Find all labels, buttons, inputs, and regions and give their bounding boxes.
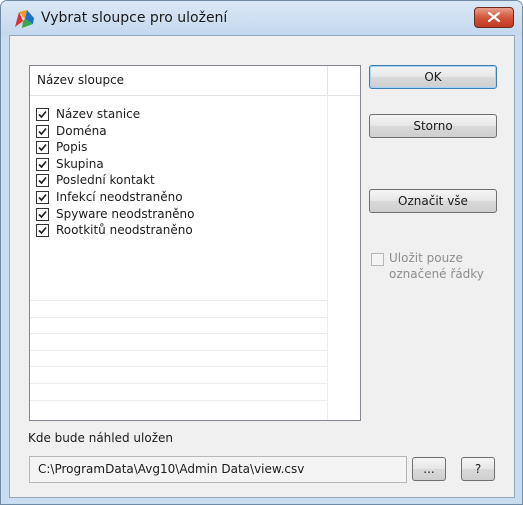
help-button[interactable]: ? — [461, 457, 495, 481]
grid-line — [30, 300, 327, 301]
save-checked-only-checkbox[interactable]: Uložit pouze označené řádky — [371, 251, 511, 291]
dialog-window: Vybrat sloupce pro uložení Název sloupce… — [0, 0, 523, 505]
checkbox[interactable] — [36, 174, 49, 188]
list-item-label: Popis — [56, 140, 88, 155]
window-title: Vybrat sloupce pro uložení — [41, 10, 228, 26]
list-item-label: Rootkitů neodstraněno — [56, 223, 193, 238]
grid-line — [30, 399, 327, 401]
checkbox-box[interactable] — [371, 253, 384, 266]
save-path-field[interactable]: C:\ProgramData\Avg10\Admin Data\view.csv — [29, 456, 407, 483]
checkmark-icon — [38, 144, 47, 152]
list-item-label: Infekcí neodstraněno — [56, 190, 183, 204]
column-list[interactable]: Název sloupce Název stanice Doména Popis Sk… — [29, 65, 361, 421]
column-header-label: Název sloupce — [37, 73, 125, 87]
checkbox[interactable] — [36, 124, 49, 138]
checkmark-icon — [38, 193, 47, 202]
grid-line — [30, 333, 327, 335]
checkmark-icon — [38, 227, 47, 235]
avg-logo-icon — [13, 9, 35, 29]
header-divider — [327, 66, 328, 95]
title-bar[interactable]: Vybrat sloupce pro uložení — [1, 1, 522, 35]
cancel-button[interactable]: Storno — [369, 114, 497, 138]
list-item-label: Skupina — [56, 156, 104, 171]
column-divider — [327, 95, 328, 420]
list-item-label: Doména — [56, 123, 107, 138]
close-button[interactable] — [474, 7, 514, 28]
checkbox[interactable] — [36, 108, 49, 121]
grid-line — [30, 366, 327, 368]
checkbox[interactable] — [36, 207, 49, 221]
close-icon — [488, 12, 500, 22]
checkbox[interactable] — [36, 141, 49, 155]
checkbox[interactable] — [36, 191, 49, 204]
save-checked-only-label-line1: Uložit pouze — [389, 251, 463, 265]
list-item-label: Poslední kontakt — [56, 173, 155, 188]
checkmark-icon — [38, 210, 47, 218]
list-item-label: Název stanice — [56, 107, 141, 121]
checkmark-icon — [38, 127, 47, 135]
save-path-label: Kde bude náhled uložen — [28, 431, 174, 445]
checkbox[interactable] — [36, 224, 49, 238]
browse-button[interactable]: ... — [412, 457, 446, 481]
checkbox[interactable] — [36, 157, 49, 171]
grid-line — [30, 316, 327, 318]
grid-line — [30, 349, 327, 351]
column-list-header: Název sloupce — [30, 66, 360, 96]
checkmark-icon — [38, 160, 47, 168]
checkmark-icon — [38, 110, 47, 119]
save-checked-only-label-line2: označené řádky — [389, 267, 484, 281]
checkmark-icon — [38, 177, 47, 185]
ok-button[interactable]: OK — [369, 65, 497, 89]
grid-line — [30, 383, 327, 384]
dialog-body: Název sloupce Název stanice Doména Popis Sk… — [9, 35, 515, 498]
list-item-label: Spyware neodstraněno — [56, 206, 195, 221]
select-all-button[interactable]: Označit vše — [369, 189, 497, 213]
